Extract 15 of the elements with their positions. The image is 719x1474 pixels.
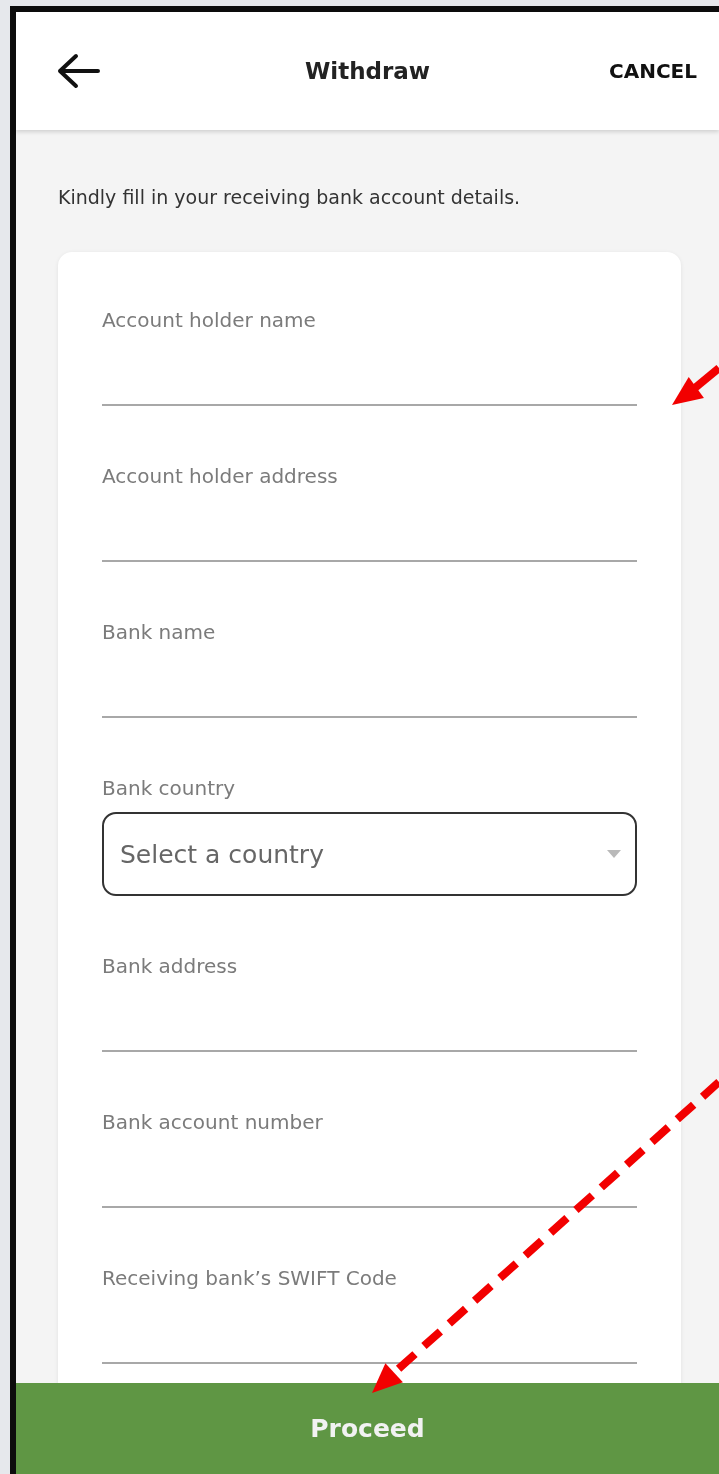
proceed-button[interactable]: Proceed [16,1383,719,1474]
page-title: Withdraw [304,58,431,84]
instruction-text: Kindly fill in your receiving bank account details. [58,186,522,208]
field-label: Bank address [102,954,239,980]
field-label: Account holder name [102,308,317,334]
field-label: Receiving bank’s SWIFT Code [102,1266,398,1292]
cancel-button[interactable]: CANCEL [605,55,701,87]
field-label: Bank name [102,620,217,646]
country-dropdown[interactable]: Select a country [102,812,637,896]
field-label: Bank country [102,776,237,802]
back-arrow-icon[interactable] [56,53,100,89]
caret-icon [607,850,621,858]
field-label: Bank account number [102,1110,324,1136]
field-label: Account holder address [102,464,339,490]
annotation-arrow [672,364,719,405]
